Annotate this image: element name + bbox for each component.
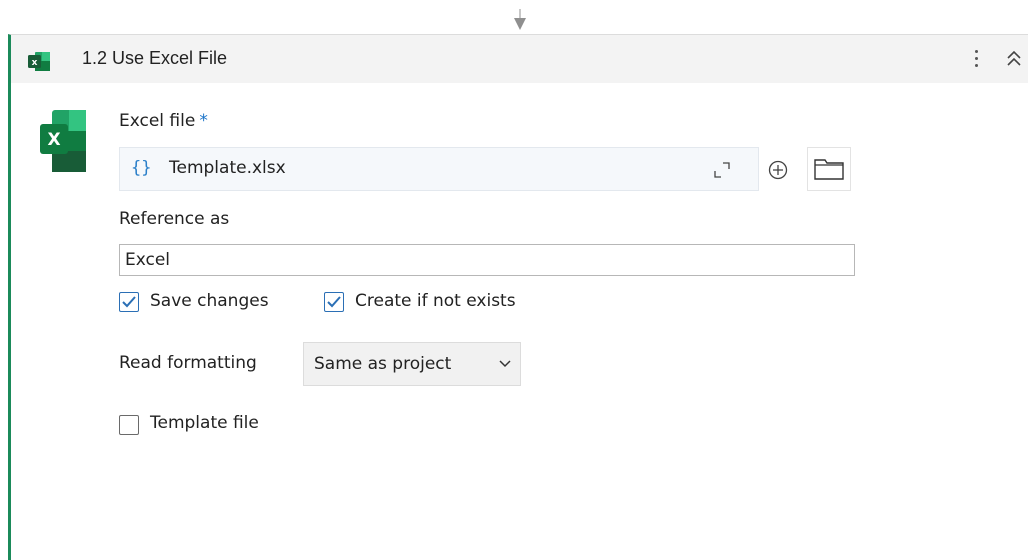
read-formatting-select[interactable]: Same as project xyxy=(303,342,521,386)
create-if-not-exists-label[interactable]: Create if not exists xyxy=(355,291,516,311)
excel-icon: x xyxy=(28,52,50,71)
svg-text:X: X xyxy=(47,130,60,150)
chevron-down-icon xyxy=(499,360,511,368)
expression-brace-icon[interactable]: {} xyxy=(131,158,151,178)
reference-as-input[interactable] xyxy=(119,244,855,276)
checkmark-icon xyxy=(122,296,136,308)
excel-logo-icon: X xyxy=(40,110,86,172)
svg-text:x: x xyxy=(32,58,38,68)
required-marker: * xyxy=(199,111,208,131)
create-if-not-exists-checkbox[interactable] xyxy=(324,292,344,312)
excel-file-value[interactable]: Template.xlsx xyxy=(169,158,286,178)
activity-header[interactable]: x 1.2 Use Excel File xyxy=(11,35,1028,83)
more-vertical-icon[interactable] xyxy=(969,46,983,72)
excel-file-label-text: Excel file xyxy=(119,111,196,131)
read-formatting-value: Same as project xyxy=(314,354,452,374)
double-chevron-up-icon[interactable] xyxy=(1004,47,1024,71)
flow-connector-arrow-icon xyxy=(511,9,529,31)
excel-file-input[interactable]: {} Template.xlsx xyxy=(119,147,759,191)
browse-folder-button[interactable] xyxy=(807,147,851,191)
workflow-canvas: x 1.2 Use Excel File X Excel file * {} T… xyxy=(0,0,1028,560)
template-file-label[interactable]: Template file xyxy=(150,413,259,433)
use-excel-file-activity[interactable]: x 1.2 Use Excel File X Excel file * {} T… xyxy=(8,34,1028,560)
activity-title: 1.2 Use Excel File xyxy=(82,48,228,68)
reference-as-label: Reference as xyxy=(119,209,230,229)
expand-icon[interactable] xyxy=(714,162,730,178)
checkmark-icon xyxy=(327,296,341,308)
save-changes-checkbox[interactable] xyxy=(119,292,139,312)
template-file-checkbox[interactable] xyxy=(119,415,139,435)
save-changes-label[interactable]: Save changes xyxy=(150,291,269,311)
read-formatting-label: Read formatting xyxy=(119,353,257,373)
plus-circle-icon[interactable] xyxy=(767,159,789,181)
folder-icon xyxy=(814,159,844,180)
excel-file-label: Excel file * xyxy=(119,111,208,131)
